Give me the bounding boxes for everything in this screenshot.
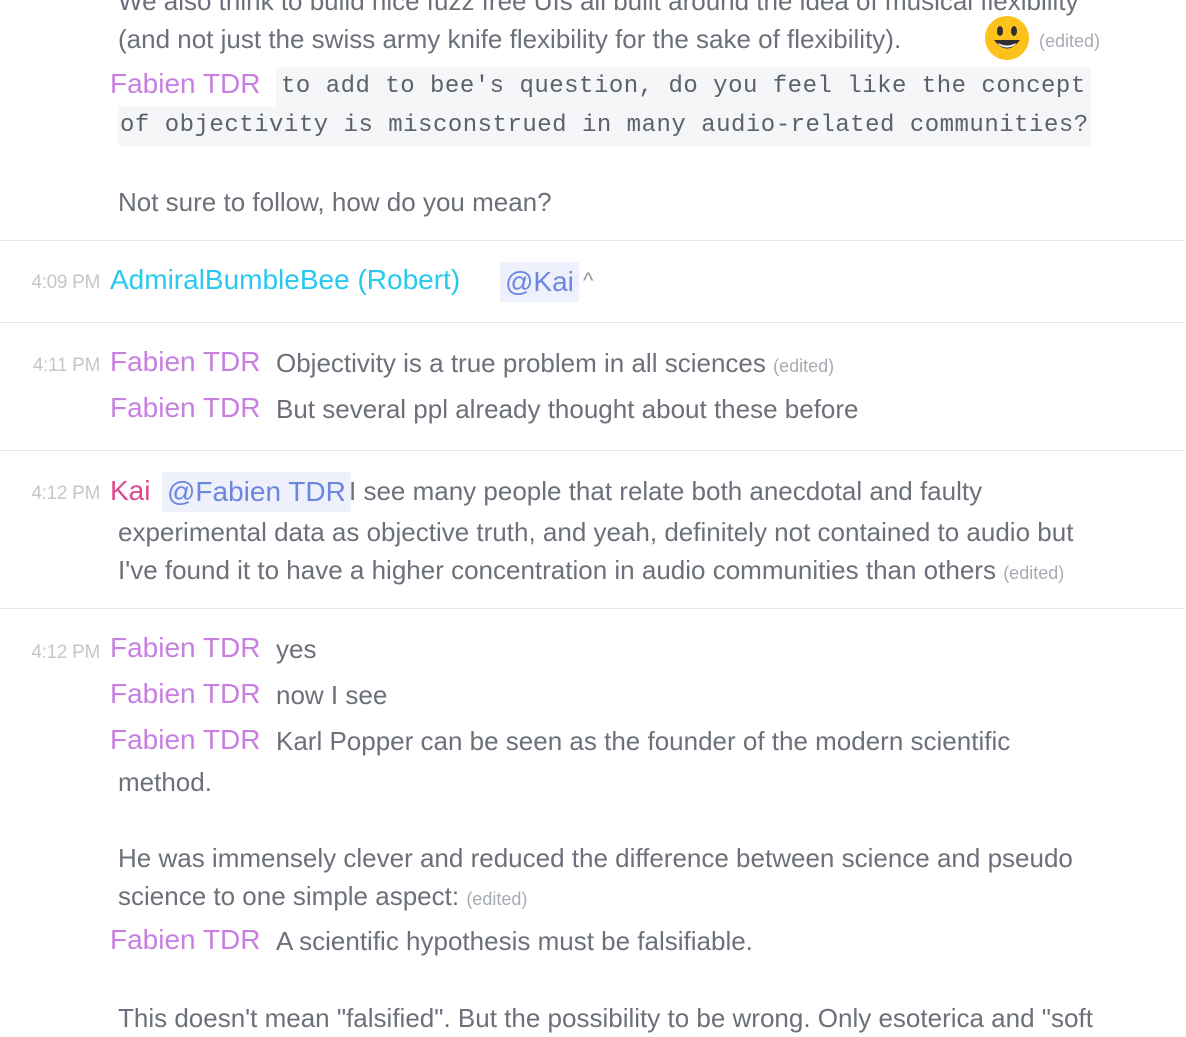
message-text: science to one simple aspect: (edited)	[118, 877, 527, 918]
message-line: Objectivity is a true problem in all sci…	[276, 348, 766, 378]
message-text: method.	[118, 767, 212, 797]
timestamp: 4:12 PM	[31, 642, 100, 663]
author-name[interactable]: Fabien TDR	[110, 392, 260, 424]
message-line: (and not just the swiss army knife flexi…	[118, 24, 902, 54]
message-text: We also think to build nice fuzz free UI…	[118, 0, 1079, 20]
code-line: of objectivity is misconstrued in many a…	[120, 112, 1089, 139]
author-name[interactable]: Fabien TDR	[110, 68, 260, 100]
edited-label: (edited)	[1003, 563, 1065, 583]
author-name[interactable]: Fabien TDR	[110, 346, 260, 378]
code-line: to add to bee's question, do you feel li…	[281, 73, 1086, 100]
message-text: He was immensely clever and reduced the …	[118, 843, 1073, 873]
author-name[interactable]: Fabien TDR	[110, 724, 260, 756]
edited-label: (edited)	[1039, 31, 1101, 51]
inline-code-block: of objectivity is misconstrued in many a…	[118, 106, 1091, 146]
author-name[interactable]: Fabien TDR	[110, 678, 260, 710]
timestamp: 4:11 PM	[32, 355, 101, 376]
message-line: science to one simple aspect:	[118, 881, 460, 911]
message-text: This doesn't mean "falsified". But the p…	[118, 1003, 1093, 1033]
message-text: But several ppl already thought about th…	[276, 394, 859, 424]
message-divider	[0, 322, 1184, 323]
message-text: Karl Popper can be seen as the founder o…	[276, 726, 1011, 756]
timestamp: 4:09 PM	[31, 272, 100, 293]
author-name[interactable]: Fabien TDR	[110, 924, 260, 956]
message-text: I see many people that relate both anecd…	[349, 476, 983, 506]
caret-up-icon: ^	[583, 268, 594, 293]
message-text: Not sure to follow, how do you mean?	[118, 187, 552, 217]
message-divider	[0, 608, 1184, 609]
edited-label: (edited)	[773, 356, 835, 376]
message-text: (and not just the swiss army knife flexi…	[118, 20, 901, 58]
inline-code-block: to add to bee's question, do you feel li…	[276, 67, 1091, 107]
message-text: Objectivity is a true problem in all sci…	[276, 348, 834, 379]
author-name[interactable]: AdmiralBumbleBee (Robert)	[110, 264, 460, 296]
author-name[interactable]: Kai	[110, 475, 150, 507]
smiley-emoji-icon	[985, 16, 1029, 60]
message-divider	[0, 450, 1184, 451]
message-line: I've found it to have a higher concentra…	[118, 555, 996, 585]
message-text: experimental data as objective truth, an…	[118, 517, 1074, 547]
message-text: I've found it to have a higher concentra…	[118, 551, 1064, 592]
message-text: A scientific hypothesis must be falsifia…	[276, 926, 753, 956]
message-line: We also think to build nice fuzz free UI…	[118, 0, 1079, 16]
edited-label: (edited)	[466, 889, 528, 909]
message-divider	[0, 240, 1184, 241]
author-name[interactable]: Fabien TDR	[110, 632, 260, 664]
mention[interactable]: @Fabien TDR	[162, 472, 351, 512]
message-text: now I see	[276, 680, 388, 710]
mention[interactable]: @Kai	[500, 262, 579, 302]
message-text: yes	[276, 634, 317, 664]
timestamp: 4:12 PM	[31, 483, 100, 504]
chat-log: We also think to build nice fuzz free UI…	[0, 0, 1186, 1033]
